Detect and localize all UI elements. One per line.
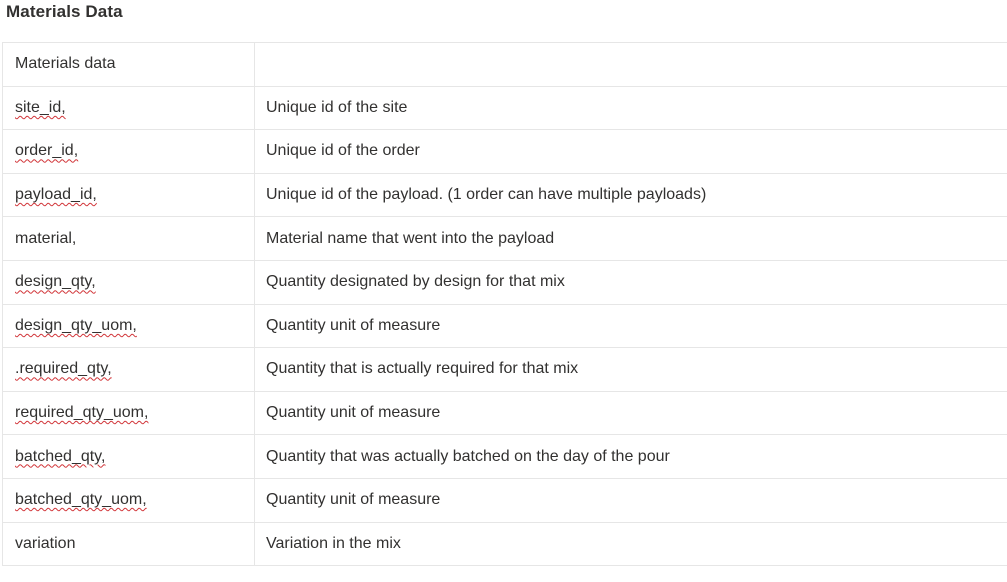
field-name: order_id, (15, 142, 79, 160)
field-name-cell[interactable]: design_qty_uom, (2, 303, 255, 349)
field-description: Variation in the mix (266, 534, 401, 552)
field-name: material, (15, 229, 77, 247)
field-description: Quantity unit of measure (266, 316, 441, 334)
table-row: Materials data (2, 42, 1007, 87)
field-name-cell[interactable]: batched_qty, (2, 434, 255, 479)
field-description: Unique id of the site (266, 98, 408, 116)
field-name-cell[interactable]: .required_qty, (2, 347, 255, 392)
field-name: batched_qty, (15, 447, 106, 465)
description-cell[interactable]: Unique id of the payload. (1 order can h… (254, 172, 1007, 218)
description-cell[interactable]: Quantity that is actually required for t… (254, 347, 1007, 392)
field-name-cell[interactable]: material, (2, 216, 255, 261)
field-name-cell[interactable]: design_qty, (2, 259, 255, 305)
description-cell[interactable]: Quantity unit of measure (254, 303, 1007, 349)
field-description: Material name that went into the payload (266, 229, 555, 247)
field-name: payload_id, (15, 186, 97, 204)
description-cell[interactable]: Variation in the mix (254, 521, 1007, 567)
field-description: Unique id of the order (266, 142, 420, 160)
field-description: Quantity unit of measure (266, 404, 441, 422)
field-name: batched_qty_uom, (15, 491, 147, 509)
table-row: design_qty, Quantity designated by desig… (2, 259, 1007, 305)
table-row: design_qty_uom, Quantity unit of measure (2, 303, 1007, 349)
field-name-cell[interactable]: payload_id, (2, 172, 255, 218)
field-name: design_qty_uom, (15, 316, 137, 334)
table-row: payload_id, Unique id of the payload. (1… (2, 172, 1007, 218)
table-row: site_id, Unique id of the site (2, 85, 1007, 131)
field-description: Quantity designated by design for that m… (266, 273, 565, 291)
table-row: batched_qty, Quantity that was actually … (2, 434, 1007, 479)
table-row: variation Variation in the mix (2, 521, 1007, 567)
description-cell[interactable]: Quantity unit of measure (254, 390, 1007, 436)
field-name-cell[interactable]: required_qty_uom, (2, 390, 255, 436)
field-name: required_qty_uom, (15, 404, 149, 422)
table-row: required_qty_uom, Quantity unit of measu… (2, 390, 1007, 436)
field-name-cell[interactable]: batched_qty_uom, (2, 477, 255, 523)
description-cell[interactable] (254, 42, 1007, 87)
field-name: design_qty, (15, 273, 96, 291)
field-description: Quantity unit of measure (266, 491, 441, 509)
description-cell[interactable]: Quantity unit of measure (254, 477, 1007, 523)
description-cell[interactable]: Unique id of the order (254, 129, 1007, 174)
field-name-cell[interactable]: order_id, (2, 129, 255, 174)
field-name-cell[interactable]: site_id, (2, 85, 255, 131)
field-description: Quantity that was actually batched on th… (266, 447, 670, 465)
field-name-cell[interactable]: Materials data (2, 42, 255, 87)
field-name-cell[interactable]: variation (2, 521, 255, 567)
field-name: variation (15, 534, 76, 552)
field-name: site_id, (15, 98, 66, 116)
field-name: Materials data (15, 55, 116, 73)
table-row: material, Material name that went into t… (2, 216, 1007, 261)
table-row: order_id, Unique id of the order (2, 129, 1007, 174)
description-cell[interactable]: Quantity designated by design for that m… (254, 259, 1007, 305)
description-cell[interactable]: Quantity that was actually batched on th… (254, 434, 1007, 479)
description-cell[interactable]: Material name that went into the payload (254, 216, 1007, 261)
description-cell[interactable]: Unique id of the site (254, 85, 1007, 131)
table-row: .required_qty, Quantity that is actually… (2, 347, 1007, 392)
field-description: Quantity that is actually required for t… (266, 360, 579, 378)
field-name: .required_qty, (15, 360, 112, 378)
materials-table: Materials data site_id, Unique id of the… (2, 42, 1007, 567)
table-row: batched_qty_uom, Quantity unit of measur… (2, 477, 1007, 523)
page-title: Materials Data (6, 2, 123, 21)
field-description: Unique id of the payload. (1 order can h… (266, 186, 707, 204)
